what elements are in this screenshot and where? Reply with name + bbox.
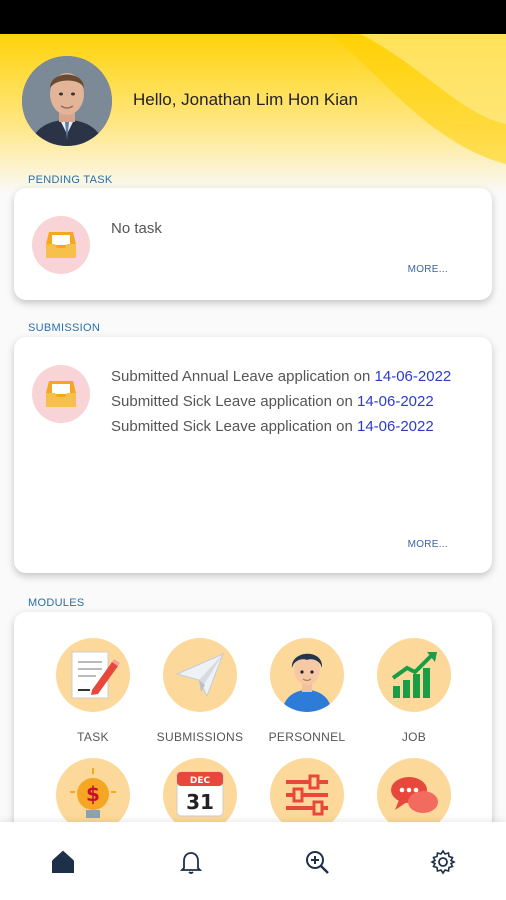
home-icon[interactable] xyxy=(50,849,76,875)
svg-text:$: $ xyxy=(86,782,100,806)
submission-item[interactable]: Submitted Sick Leave application on 14-0… xyxy=(111,414,461,439)
inbox-icon xyxy=(32,216,90,274)
chat-bubbles-icon xyxy=(377,758,451,832)
module-label: TASK xyxy=(77,730,109,744)
module-idea[interactable]: $ xyxy=(43,758,143,832)
calendar-icon: DEC 31 xyxy=(163,758,237,832)
submission-list: Submitted Annual Leave application on 14… xyxy=(111,364,461,439)
submission-item-text: Submitted Sick Leave application on xyxy=(111,418,357,435)
submission-item-date: 14-06-2022 xyxy=(356,393,434,410)
module-submissions[interactable]: SUBMISSIONS xyxy=(150,638,250,744)
module-label: JOB xyxy=(401,730,427,744)
pending-task-label: PENDING TASK xyxy=(28,174,113,186)
modules-card: TASK SUBMISSIONS PERSONNEL JOB $ DEC 31 xyxy=(14,612,492,842)
submission-item-text: Submitted Annual Leave application on xyxy=(111,368,375,385)
module-label: SUBMISSIONS xyxy=(156,730,244,744)
module-task[interactable]: TASK xyxy=(43,638,143,744)
calendar-month-label: DEC xyxy=(190,776,211,786)
submission-label: SUBMISSION xyxy=(28,322,101,334)
pending-task-card[interactable]: No task MORE... xyxy=(14,188,492,300)
module-label: PERSONNEL xyxy=(268,730,346,744)
paper-plane-icon xyxy=(163,638,237,712)
calendar-day-label: 31 xyxy=(186,790,214,814)
status-bar xyxy=(0,0,506,34)
zoom-in-icon[interactable] xyxy=(304,849,330,875)
module-settings-sliders[interactable] xyxy=(257,758,357,832)
submission-card[interactable]: Submitted Annual Leave application on 14… xyxy=(14,337,492,573)
submission-item[interactable]: Submitted Sick Leave application on 14-0… xyxy=(111,389,461,414)
bottom-nav xyxy=(0,822,506,900)
bell-icon[interactable] xyxy=(178,849,204,875)
submission-item-text: Submitted Sick Leave application on xyxy=(111,393,357,410)
idea-bulb-icon: $ xyxy=(56,758,130,832)
pending-more-link[interactable]: MORE... xyxy=(408,264,448,275)
modules-label: MODULES xyxy=(28,597,85,609)
avatar[interactable] xyxy=(22,56,112,146)
module-personnel[interactable]: PERSONNEL xyxy=(257,638,357,744)
inbox-icon xyxy=(32,365,90,423)
submission-item[interactable]: Submitted Annual Leave application on 14… xyxy=(111,364,461,389)
submission-item-date: 14-06-2022 xyxy=(356,418,434,435)
task-icon xyxy=(56,638,130,712)
module-job[interactable]: JOB xyxy=(364,638,464,744)
module-chat[interactable] xyxy=(364,758,464,832)
module-calendar[interactable]: DEC 31 xyxy=(150,758,250,832)
gear-icon[interactable] xyxy=(430,849,456,875)
no-task-text: No task xyxy=(111,220,162,237)
submission-more-link[interactable]: MORE... xyxy=(408,539,448,550)
submission-item-date: 14-06-2022 xyxy=(374,368,452,385)
growth-chart-icon xyxy=(377,638,451,712)
greeting-text: Hello, Jonathan Lim Hon Kian xyxy=(133,90,358,109)
person-icon xyxy=(270,638,344,712)
sliders-icon xyxy=(270,758,344,832)
